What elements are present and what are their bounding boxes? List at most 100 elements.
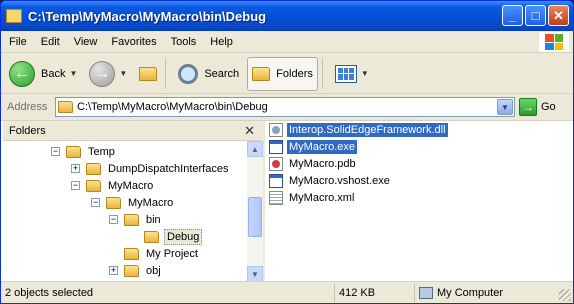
collapse-icon[interactable]: − xyxy=(51,147,60,156)
folder-icon xyxy=(86,179,101,192)
close-button[interactable]: ✕ xyxy=(548,5,569,26)
file-item[interactable]: MyMacro.xml xyxy=(269,189,356,206)
file-name: MyMacro.pdb xyxy=(289,157,356,170)
address-bar: Address C:\Temp\MyMacro\MyMacro\bin\Debu… xyxy=(1,95,573,119)
tree-item-mymacro-sub[interactable]: − MyMacro xyxy=(91,194,175,211)
tree-item-mymacro[interactable]: − MyMacro xyxy=(71,177,155,194)
file-item[interactable]: MyMacro.vshost.exe xyxy=(269,172,392,189)
minimize-button[interactable]: _ xyxy=(502,5,523,26)
folder-icon xyxy=(86,162,101,175)
file-name: MyMacro.vshost.exe xyxy=(289,174,390,187)
xml-file-icon xyxy=(269,190,283,205)
title-bar[interactable]: C:\Temp\MyMacro\MyMacro\bin\Debug _ □ ✕ xyxy=(1,1,573,31)
tree-item-dumpdispatchinterfaces[interactable]: + DumpDispatchInterfaces xyxy=(71,160,230,177)
toolbar-separator xyxy=(165,58,167,89)
scrollbar-thumb[interactable] xyxy=(248,197,262,237)
dll-file-icon xyxy=(269,122,283,137)
up-folder-icon xyxy=(139,66,158,81)
folder-icon xyxy=(58,101,73,113)
status-size: 412 KB xyxy=(335,283,415,302)
menu-favorites[interactable]: Favorites xyxy=(105,36,162,48)
folder-icon xyxy=(124,247,139,260)
back-button[interactable]: ← Back ▼ xyxy=(5,57,81,91)
folder-tree-scrollbar[interactable]: ▲ ▼ xyxy=(247,141,263,282)
status-location-cell: My Computer xyxy=(415,284,573,302)
menu-tools[interactable]: Tools xyxy=(165,36,203,48)
menu-file[interactable]: File xyxy=(3,36,33,48)
content-area: Folders ✕ − Temp + DumpDispatchInterface… xyxy=(1,120,573,282)
folders-button[interactable]: Folders xyxy=(247,56,318,91)
views-icon xyxy=(334,64,357,83)
go-label: Go xyxy=(541,101,556,113)
forward-button[interactable]: → ▼ xyxy=(85,57,131,91)
windows-logo-icon xyxy=(539,32,569,52)
computer-icon xyxy=(419,286,433,299)
search-label: Search xyxy=(204,67,240,80)
close-icon: ✕ xyxy=(553,8,564,23)
status-selection: 2 objects selected xyxy=(1,283,335,302)
address-field[interactable]: C:\Temp\MyMacro\MyMacro\bin\Debug ▼ xyxy=(55,97,515,117)
window-controls: _ □ ✕ xyxy=(502,5,569,26)
tree-item-temp[interactable]: − Temp xyxy=(51,143,117,160)
go-button[interactable]: → Go xyxy=(519,98,556,116)
tree-item-label: MyMacro xyxy=(108,179,154,192)
folder-tree: − Temp + DumpDispatchInterfaces − MyMacr… xyxy=(3,141,247,282)
collapse-icon[interactable]: − xyxy=(71,181,80,190)
tree-item-my-project[interactable]: My Project xyxy=(124,245,200,262)
tree-item-obj[interactable]: + obj xyxy=(109,262,163,279)
views-dropdown-icon[interactable]: ▼ xyxy=(361,69,369,78)
maximize-button[interactable]: □ xyxy=(525,5,546,26)
tree-item-bin[interactable]: − bin xyxy=(109,211,163,228)
folder-icon xyxy=(106,196,121,209)
file-name: MyMacro.exe xyxy=(287,139,358,154)
forward-arrow-icon: → xyxy=(89,60,116,87)
explorer-window: C:\Temp\MyMacro\MyMacro\bin\Debug _ □ ✕ … xyxy=(0,0,574,304)
expand-icon[interactable]: + xyxy=(109,266,118,275)
tree-item-label: Debug xyxy=(164,228,203,245)
expand-icon[interactable]: + xyxy=(71,164,80,173)
menu-edit[interactable]: Edit xyxy=(35,36,66,48)
minimize-icon: _ xyxy=(508,8,517,23)
views-button[interactable]: ▼ xyxy=(331,57,373,91)
file-item[interactable]: MyMacro.exe xyxy=(269,138,358,155)
tree-item-label: bin xyxy=(146,213,161,226)
search-button[interactable]: Search xyxy=(174,57,243,91)
window-title: C:\Temp\MyMacro\MyMacro\bin\Debug xyxy=(28,8,267,24)
scroll-down-icon[interactable]: ▼ xyxy=(247,266,263,282)
scroll-up-icon[interactable]: ▲ xyxy=(247,141,263,157)
resize-grip-icon[interactable] xyxy=(559,289,571,301)
forward-dropdown-icon[interactable]: ▼ xyxy=(119,69,127,78)
pdb-file-icon xyxy=(269,156,283,171)
tree-item-debug[interactable]: Debug xyxy=(144,228,203,245)
folder-icon xyxy=(124,213,139,226)
toolbar: ← Back ▼ → ▼ Search Folders ▼ xyxy=(1,54,573,94)
go-arrow-icon: → xyxy=(519,98,537,116)
back-arrow-icon: ← xyxy=(9,60,35,87)
address-dropdown-icon[interactable]: ▼ xyxy=(497,99,513,115)
status-bar: 2 objects selected 412 KB My Computer xyxy=(1,281,573,303)
tree-item-label: MyMacro xyxy=(128,196,174,209)
folder-icon xyxy=(124,264,139,277)
close-pane-icon[interactable]: ✕ xyxy=(244,123,255,139)
address-label: Address xyxy=(7,101,48,113)
exe-file-icon xyxy=(269,139,283,154)
open-folder-icon xyxy=(144,230,159,243)
up-folder-button[interactable] xyxy=(135,57,161,91)
folders-pane-header: Folders ✕ xyxy=(3,121,261,141)
collapse-icon[interactable]: − xyxy=(109,215,118,224)
folders-label: Folders xyxy=(276,67,313,80)
menu-help[interactable]: Help xyxy=(204,36,239,48)
back-dropdown-icon[interactable]: ▼ xyxy=(69,69,77,78)
exe-file-icon xyxy=(269,173,283,188)
collapse-icon[interactable]: − xyxy=(91,198,100,207)
tree-item-label: obj xyxy=(146,264,161,277)
tree-item-label: Temp xyxy=(88,145,115,158)
file-list: Interop.SolidEdgeFramework.dll MyMacro.e… xyxy=(267,121,573,282)
menu-view[interactable]: View xyxy=(68,36,104,48)
file-item[interactable]: Interop.SolidEdgeFramework.dll xyxy=(269,121,448,138)
maximize-icon: □ xyxy=(531,8,540,23)
file-name: Interop.SolidEdgeFramework.dll xyxy=(287,122,448,137)
file-name: MyMacro.xml xyxy=(289,191,355,204)
file-item[interactable]: MyMacro.pdb xyxy=(269,155,358,172)
address-value[interactable]: C:\Temp\MyMacro\MyMacro\bin\Debug xyxy=(77,101,268,113)
